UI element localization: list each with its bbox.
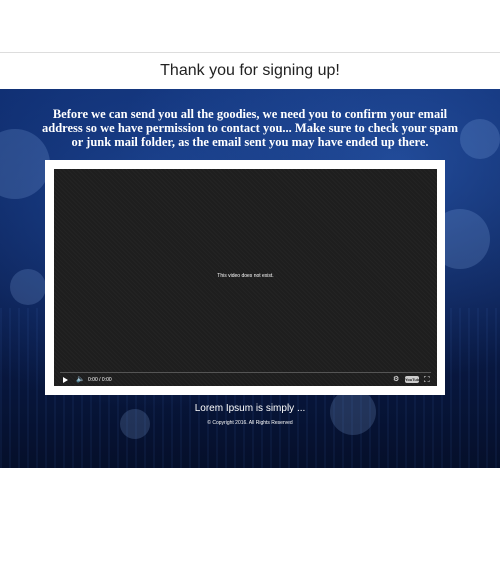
video-error-text: This video does not exist. xyxy=(217,273,274,279)
video-progress-bar[interactable] xyxy=(60,372,431,373)
video-controls: 🔈 0:00 / 0:00 ⚙ YouTube ⛶ xyxy=(54,374,437,386)
hero-caption: Lorem Ipsum is simply ... xyxy=(194,403,306,414)
video-frame: This video does not exist. 🔈 0:00 / 0:00… xyxy=(45,160,445,395)
gear-icon[interactable]: ⚙ xyxy=(393,375,399,384)
page-title: Thank you for signing up! xyxy=(160,62,340,79)
youtube-logo[interactable]: YouTube xyxy=(405,376,422,383)
play-icon[interactable] xyxy=(63,377,68,383)
fullscreen-icon[interactable]: ⛶ xyxy=(424,375,430,384)
video-player[interactable]: This video does not exist. 🔈 0:00 / 0:00… xyxy=(54,169,437,386)
hero-section: Before we can send you all the goodies, … xyxy=(0,89,500,468)
volume-icon[interactable]: 🔈 xyxy=(76,375,85,384)
video-time: 0:00 / 0:00 xyxy=(88,377,112,383)
header-divider xyxy=(0,52,500,53)
confirmation-message: Before we can send you all the goodies, … xyxy=(42,107,458,149)
copyright-notice: © Copyright 2016. All Rights Reserved xyxy=(207,420,293,426)
bokeh-light xyxy=(10,269,46,305)
bokeh-light xyxy=(460,119,500,159)
